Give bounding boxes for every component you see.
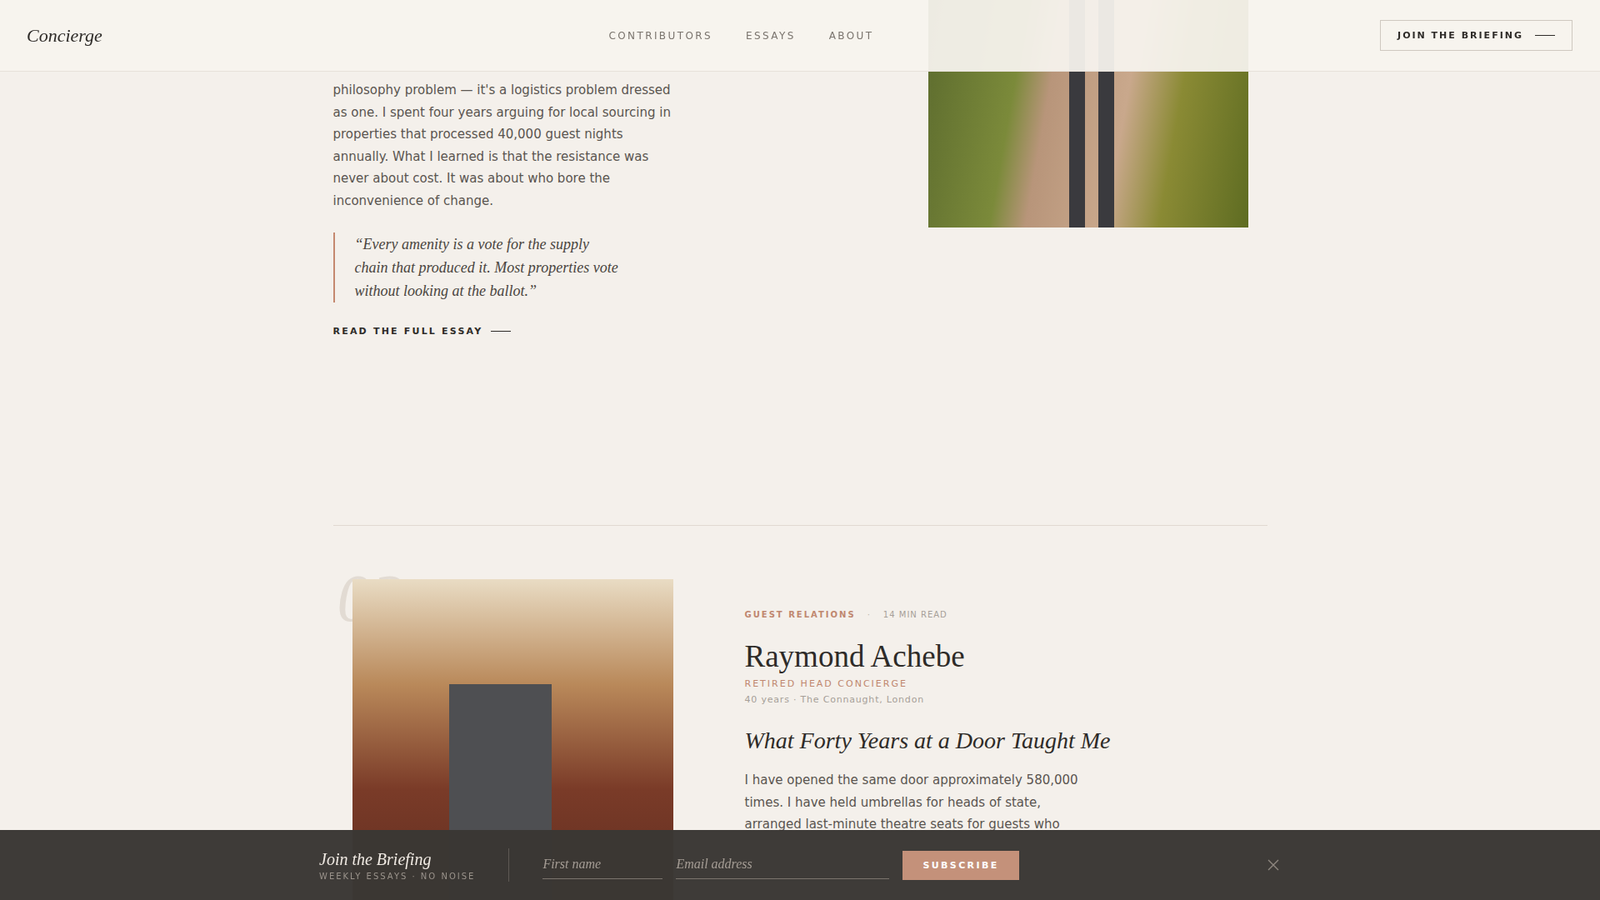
essay-list: philosophy problem — it's a logistics pr… xyxy=(333,0,1268,900)
arrow-line-icon xyxy=(490,330,511,332)
section-divider xyxy=(333,525,1268,526)
contributor-role: RETIRED HEAD CONCIERGE xyxy=(745,678,1112,690)
category-label[interactable]: GUEST RELATIONS xyxy=(745,610,856,620)
join-briefing-button[interactable]: JOIN THE BRIEFING xyxy=(1380,20,1573,51)
read-time: 14 MIN READ xyxy=(883,610,948,620)
bar-divider xyxy=(508,848,510,882)
logo[interactable]: Concierge xyxy=(26,25,103,47)
separator: · xyxy=(867,610,872,620)
contributor-meta: 40 years · The Connaught, London xyxy=(745,694,1112,706)
nav-item[interactable]: ABOUT xyxy=(829,30,875,42)
site-header: Concierge CONTRIBUTORS ESSAYS ABOUT JOIN T… xyxy=(0,0,1600,72)
read-essay-link[interactable]: READ THE FULL ESSAY xyxy=(333,325,680,337)
pull-quote: “Every amenity is a vote for the supply … xyxy=(333,232,620,303)
first-name-input[interactable] xyxy=(542,851,663,880)
close-icon[interactable] xyxy=(1266,858,1280,872)
essay: philosophy problem — it's a logistics pr… xyxy=(333,79,1268,337)
briefing-subtitle: WEEKLY ESSAYS · NO NOISE xyxy=(319,871,475,881)
email-input[interactable] xyxy=(675,851,890,880)
essay-excerpt: I have opened the same door approximatel… xyxy=(745,769,1092,836)
page: Concierge CONTRIBUTORS ESSAYS ABOUT JOIN T… xyxy=(0,0,1600,900)
nav-item[interactable]: CONTRIBUTORS xyxy=(608,30,713,42)
subscribe-form: SUBSCRIBE xyxy=(542,850,1019,880)
briefing-bar: Join the Briefing WEEKLY ESSAYS · NO NOI… xyxy=(0,830,1600,900)
essay-text: philosophy problem — it's a logistics pr… xyxy=(333,79,680,337)
nav-item[interactable]: ESSAYS xyxy=(745,30,796,42)
main-nav: CONTRIBUTORS ESSAYS ABOUT xyxy=(608,30,874,42)
briefing-brand: Join the Briefing WEEKLY ESSAYS · NO NOI… xyxy=(319,849,475,881)
essay-meta-row: GUEST RELATIONS · 14 MIN READ xyxy=(745,610,1112,620)
arrow-line-icon xyxy=(1535,35,1555,36)
subscribe-button[interactable]: SUBSCRIBE xyxy=(902,850,1019,880)
essay-title[interactable]: What Forty Years at a Door Taught Me xyxy=(745,726,1112,755)
essay-excerpt: philosophy problem — it's a logistics pr… xyxy=(333,79,680,213)
contributor-name: Raymond Achebe xyxy=(745,640,1112,675)
briefing-title: Join the Briefing xyxy=(319,849,475,870)
